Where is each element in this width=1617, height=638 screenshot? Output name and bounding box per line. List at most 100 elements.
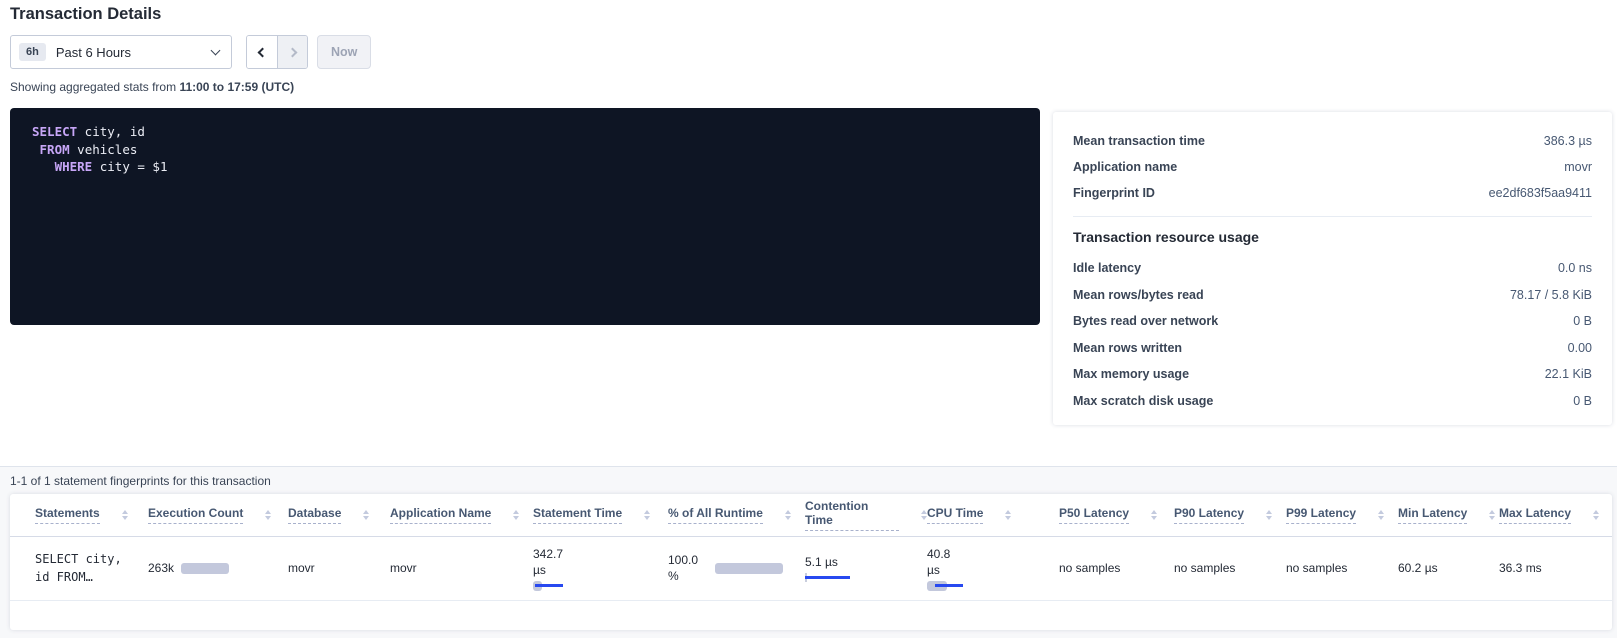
summary-value: movr: [1564, 160, 1592, 174]
execution-count-cell: 263k: [148, 536, 288, 600]
statement-time-bar: [533, 581, 567, 591]
time-controls: 6h Past 6 Hours Now: [10, 35, 371, 69]
resource-row: Mean rows written 0.00: [1073, 335, 1592, 362]
column-header-cpu-time[interactable]: CPU Time: [927, 506, 1059, 524]
chevron-down-icon: [211, 46, 221, 56]
resource-row: Mean rows/bytes read 78.17 / 5.8 KiB: [1073, 282, 1592, 309]
p50-latency-cell: no samples: [1059, 536, 1174, 600]
time-nav-group: [246, 35, 308, 69]
contention-time-value: 5.1 µs: [805, 554, 927, 570]
max-latency-cell: 36.3 ms: [1499, 536, 1612, 600]
statement-fingerprint-link[interactable]: SELECT city, id FROM…: [10, 550, 130, 586]
column-header-p90-latency[interactable]: P90 Latency: [1174, 506, 1286, 524]
column-header-min-latency[interactable]: Min Latency: [1398, 506, 1499, 524]
sort-icon[interactable]: [265, 510, 271, 521]
time-range-badge: 6h: [19, 43, 46, 61]
column-header-max-latency[interactable]: Max Latency: [1499, 506, 1612, 524]
resource-value: 0 B: [1573, 394, 1592, 408]
sort-icon[interactable]: [122, 510, 128, 521]
resource-value: 78.17 / 5.8 KiB: [1510, 288, 1592, 302]
database-cell: movr: [288, 536, 390, 600]
sort-icon[interactable]: [644, 510, 650, 521]
column-header-statements[interactable]: Statements: [35, 506, 148, 524]
summary-row: Fingerprint ID ee2df683f5aa9411: [1073, 180, 1592, 206]
resource-row: Idle latency 0.0 ns: [1073, 255, 1592, 282]
now-button[interactable]: Now: [317, 35, 371, 69]
resource-label: Max scratch disk usage: [1073, 394, 1213, 408]
percent-runtime-bar: [715, 563, 783, 574]
resource-label: Mean rows written: [1073, 341, 1182, 355]
chevron-right-icon: [288, 47, 298, 57]
application-name-cell: movr: [390, 536, 533, 600]
column-header-contention-time[interactable]: Contention Time: [805, 499, 927, 531]
statement-row: SELECT city, id FROM… 263k movr movr 342…: [10, 536, 1612, 600]
time-range-dropdown[interactable]: 6h Past 6 Hours: [10, 35, 232, 69]
sort-icon[interactable]: [1151, 510, 1157, 521]
execution-count-value: 263k: [148, 560, 174, 576]
sort-icon[interactable]: [1593, 510, 1599, 521]
resource-row: Max scratch disk usage 0 B: [1073, 388, 1592, 415]
cpu-time-bar: [927, 581, 965, 591]
chevron-left-icon: [257, 47, 267, 57]
sort-icon[interactable]: [513, 510, 519, 521]
sort-icon[interactable]: [1378, 510, 1384, 521]
summary-row: Application name movr: [1073, 154, 1592, 180]
fingerprints-count-text: 1-1 of 1 statement fingerprints for this…: [10, 474, 1617, 488]
resource-label: Bytes read over network: [1073, 314, 1218, 328]
execution-count-bar: [181, 563, 229, 574]
summary-label: Mean transaction time: [1073, 134, 1205, 148]
cpu-time-value: 40.8 µs: [927, 546, 961, 578]
resource-value: 0.00: [1568, 341, 1592, 355]
summary-label: Application name: [1073, 160, 1177, 174]
column-header-p99-latency[interactable]: P99 Latency: [1286, 506, 1398, 524]
resource-label: Idle latency: [1073, 261, 1141, 275]
sort-icon[interactable]: [785, 510, 791, 521]
column-header-application-name[interactable]: Application Name: [390, 506, 533, 524]
column-header-statement-time[interactable]: Statement Time: [533, 506, 668, 524]
page-title: Transaction Details: [10, 5, 161, 24]
table-header-row: Statements Execution Count Database Appl…: [10, 494, 1612, 536]
statement-time-cell: 342.7 µs: [533, 536, 668, 600]
aggregation-subtitle: Showing aggregated stats from 11:00 to 1…: [10, 80, 294, 94]
percent-runtime-cell: 100.0 %: [668, 536, 805, 600]
resource-row: Bytes read over network 0 B: [1073, 308, 1592, 335]
statements-table: Statements Execution Count Database Appl…: [10, 494, 1612, 601]
resource-row: Max memory usage 22.1 KiB: [1073, 361, 1592, 388]
sort-icon[interactable]: [1489, 510, 1495, 521]
summary-row: Mean transaction time 386.3 µs: [1073, 128, 1592, 154]
min-latency-cell: 60.2 µs: [1398, 536, 1499, 600]
statements-table-card: Statements Execution Count Database Appl…: [10, 494, 1612, 630]
prev-time-button[interactable]: [247, 36, 277, 68]
sort-icon[interactable]: [1266, 510, 1272, 521]
resource-value: 0 B: [1573, 314, 1592, 328]
sql-statement: SELECT city, id FROM vehicles WHERE city…: [10, 108, 1040, 325]
transaction-summary-card: Mean transaction time 386.3 µs Applicati…: [1053, 112, 1612, 425]
p90-latency-cell: no samples: [1174, 536, 1286, 600]
statement-fingerprints-section: 1-1 of 1 statement fingerprints for this…: [0, 466, 1617, 638]
resource-label: Mean rows/bytes read: [1073, 288, 1204, 302]
column-header-p50-latency[interactable]: P50 Latency: [1059, 506, 1174, 524]
p99-latency-cell: no samples: [1286, 536, 1398, 600]
sort-icon[interactable]: [363, 510, 369, 521]
resource-label: Max memory usage: [1073, 367, 1189, 381]
summary-value: 386.3 µs: [1544, 134, 1592, 148]
column-header-database[interactable]: Database: [288, 506, 390, 524]
resource-value: 0.0 ns: [1558, 261, 1592, 275]
column-header-execution-count[interactable]: Execution Count: [148, 506, 288, 524]
time-range-label: Past 6 Hours: [56, 45, 212, 60]
summary-value: ee2df683f5aa9411: [1489, 186, 1592, 200]
card-divider: [1073, 216, 1592, 217]
transaction-details-page: Transaction Details 6h Past 6 Hours Now …: [0, 0, 1617, 638]
statement-time-value: 342.7 µs: [533, 546, 575, 578]
column-header-percent-runtime[interactable]: % of All Runtime: [668, 506, 805, 524]
resource-usage-rows: Idle latency 0.0 ns Mean rows/bytes read…: [1073, 255, 1592, 414]
aggregation-range: 11:00 to 17:59 (UTC): [179, 80, 294, 94]
resource-value: 22.1 KiB: [1545, 367, 1592, 381]
contention-time-bar: [805, 573, 851, 583]
summary-label: Fingerprint ID: [1073, 186, 1155, 200]
percent-runtime-value: 100.0 %: [668, 552, 708, 584]
sort-icon[interactable]: [1005, 510, 1011, 521]
next-time-button[interactable]: [277, 36, 307, 68]
contention-time-cell: 5.1 µs: [805, 536, 927, 600]
resource-usage-title: Transaction resource usage: [1073, 229, 1592, 245]
